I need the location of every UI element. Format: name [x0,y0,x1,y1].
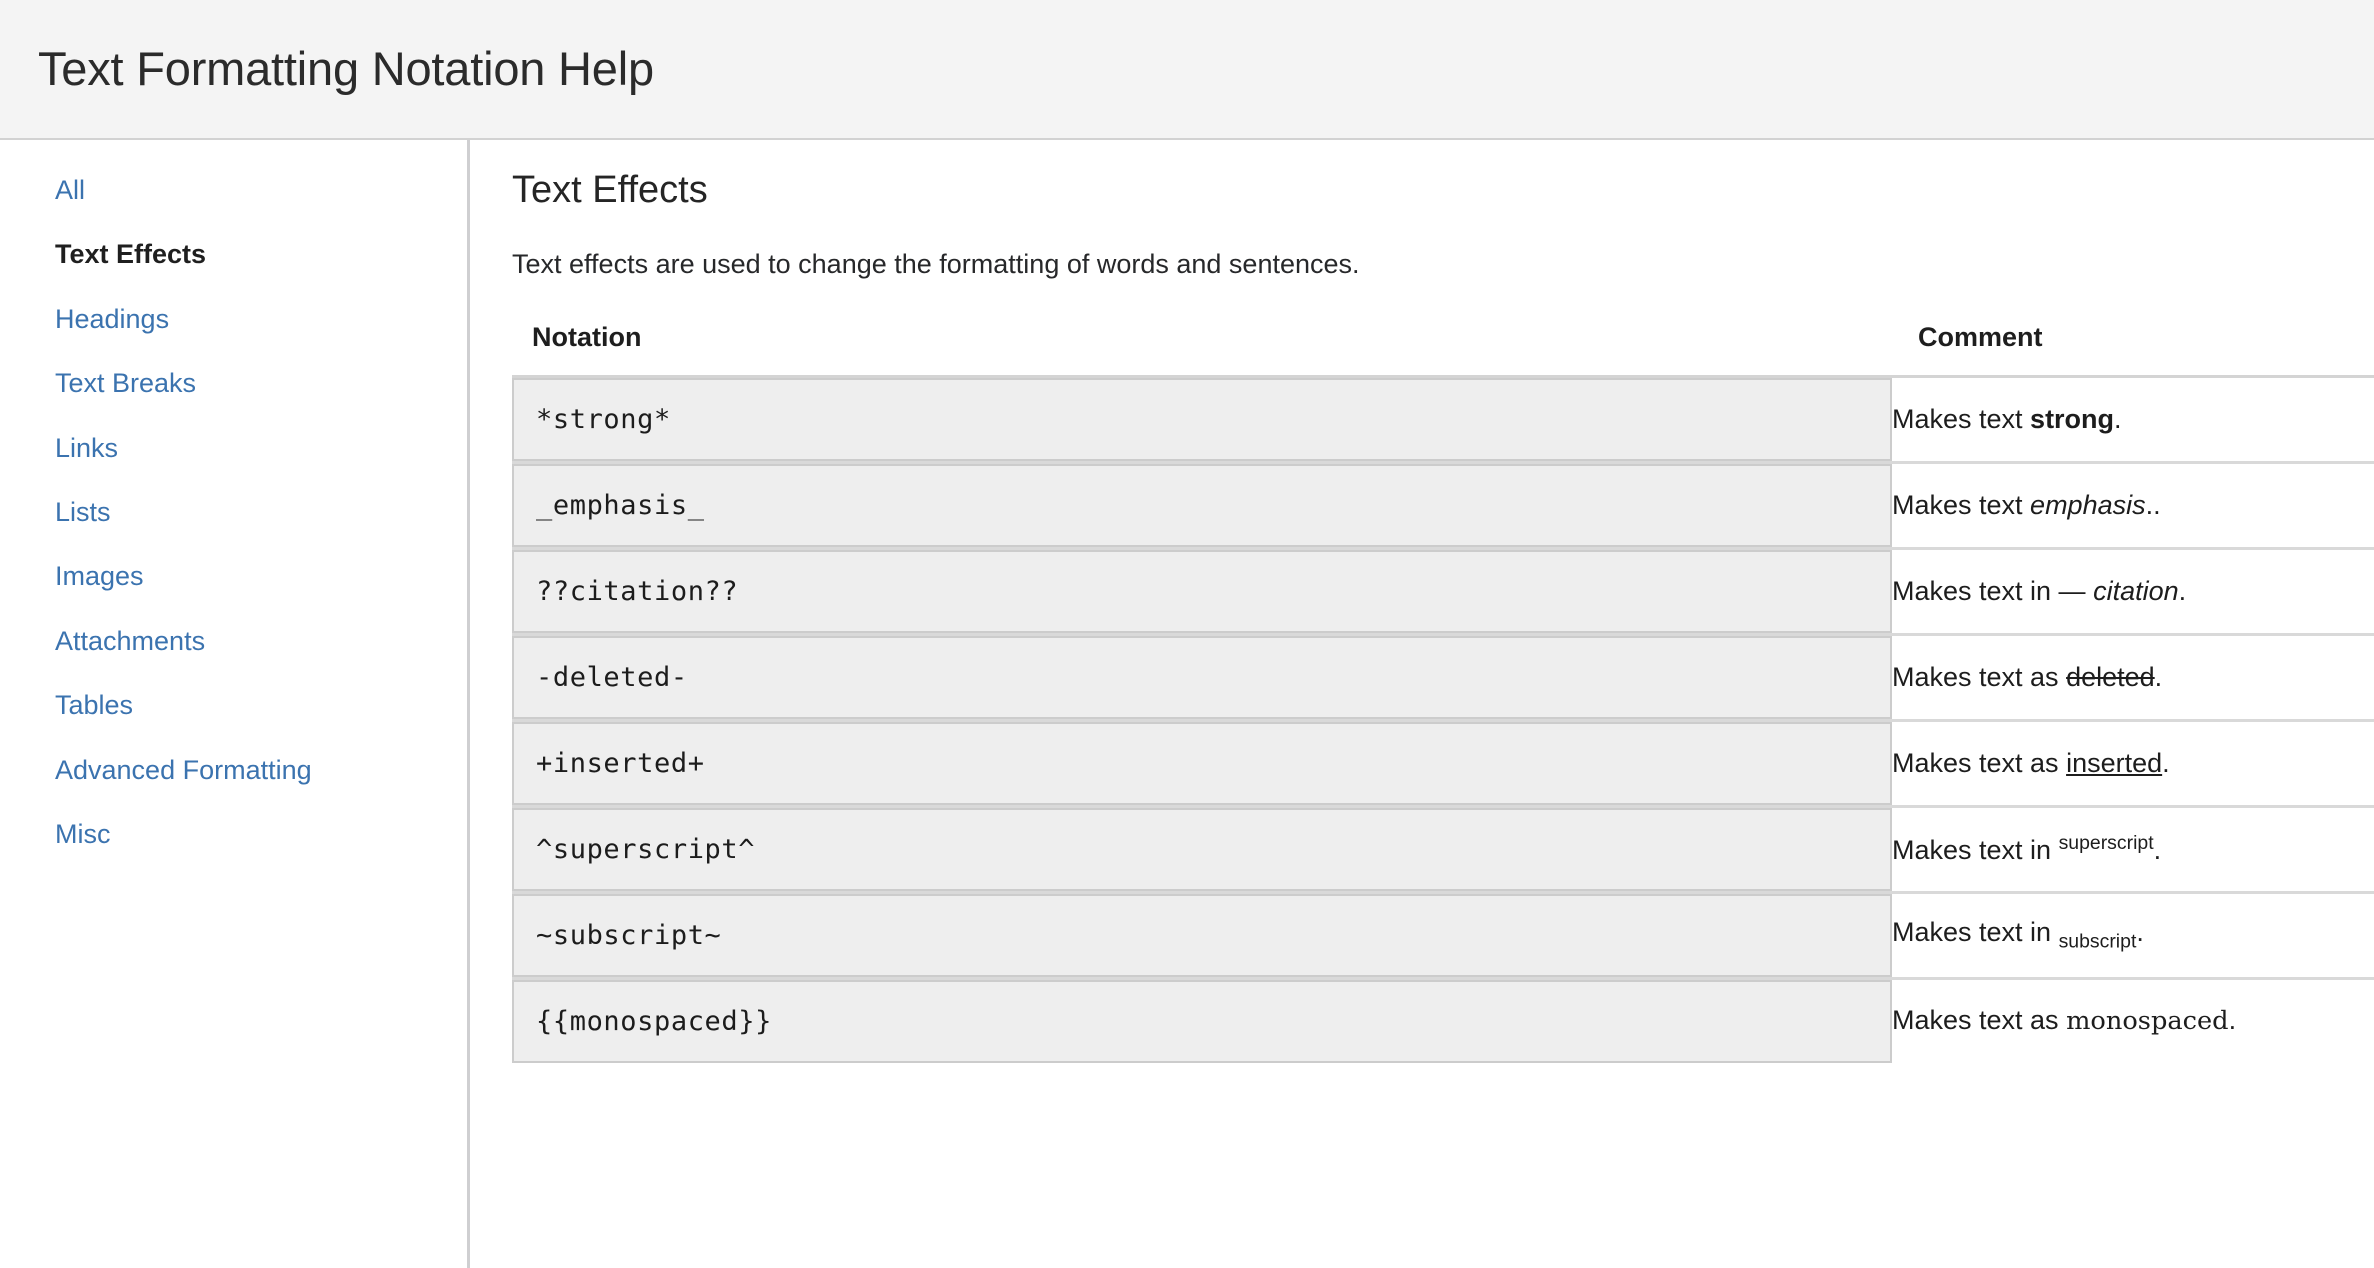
table-row: -deleted- Makes text as deleted. [512,634,2374,722]
sidebar-item-all[interactable]: All [0,174,467,206]
comment-text: Makes text as deleted. [1892,660,2374,695]
sidebar-navigation: All Text Effects Headings Text Breaks Links L… [0,140,470,1268]
column-header-comment: Comment [1892,321,2374,378]
notation-code-block[interactable]: {{monospaced}} [512,979,1892,1063]
comment-suffix: .. [2145,489,2161,520]
comment-text: Makes text in — citation. [1892,574,2374,609]
sidebar-item-tables[interactable]: Tables [0,689,467,721]
comment-cell: Makes text as inserted. [1892,720,2374,808]
sidebar-item-advanced-formatting[interactable]: Advanced Formatting [0,754,467,786]
sidebar-item-attachments[interactable]: Attachments [0,625,467,657]
content-area: All Text Effects Headings Text Breaks Links L… [0,140,2374,1268]
comment-sample-superscript: superscript [2058,831,2154,854]
comment-prefix: Makes text in [1892,834,2059,865]
main-content: Text Effects Text effects are used to ch… [470,140,2374,1268]
comment-prefix: Makes text in — [1892,575,2094,606]
comment-cell: Makes text as monospaced. [1892,978,2374,1063]
app-header: Text Formatting Notation Help [0,0,2374,140]
sidebar-item-text-effects: Text Effects [55,239,207,270]
comment-suffix: . [2154,661,2163,692]
comment-text: Makes text in subscript. [1892,915,2374,955]
sidebar-item-text-breaks[interactable]: Text Breaks [0,367,467,399]
notation-code-text: _emphasis_ [536,489,705,521]
sidebar-item-images[interactable]: Images [0,560,467,592]
table-body: *strong* Makes text strong. _emphasis_ Make… [512,376,2374,1063]
comment-sample-bold: strong [2030,403,2115,434]
comment-text: Makes text strong. [1892,402,2374,437]
table-row: ??citation?? Makes text in — citation. [512,548,2374,636]
notation-code-block[interactable]: -deleted- [512,635,1892,719]
comment-sample-subscript: subscript [2058,930,2137,953]
comment-suffix: . [2162,747,2170,778]
notation-cell: ^superscript^ [512,806,1892,894]
notation-code-text: ~subscript~ [536,919,722,951]
table-head: Notation Comment [512,321,2374,378]
comment-prefix: Makes text [1892,403,2031,434]
comment-cell: Makes text in subscript. [1892,892,2374,980]
comment-text: Makes text as inserted. [1892,746,2374,781]
section-description: Text effects are used to change the form… [512,248,1360,279]
sidebar-item-headings[interactable]: Headings [0,303,467,335]
comment-prefix: Makes text as [1892,747,2067,778]
comment-prefix: Makes text as [1892,661,2067,692]
comment-sample-monospace: monospaced [2066,1006,2229,1037]
table-row: +inserted+ Makes text as inserted. [512,720,2374,808]
notation-cell: _emphasis_ [512,462,1892,550]
notation-code-text: {{monospaced}} [536,1005,772,1037]
comment-sample-underline: inserted [2066,747,2163,778]
notation-cell: -deleted- [512,634,1892,722]
notation-code-block[interactable]: ??citation?? [512,549,1892,633]
notation-table: Notation Comment *strong* Makes text stro… [512,321,2374,1063]
comment-sample-italic: emphasis [2030,489,2146,520]
notation-cell: +inserted+ [512,720,1892,808]
notation-cell: ~subscript~ [512,892,1892,980]
section-title: Text Effects [512,169,708,211]
sidebar-item-lists[interactable]: Lists [0,496,467,528]
table-row: ^superscript^ Makes text in superscript. [512,806,2374,894]
comment-suffix: . [2114,403,2122,434]
comment-suffix: . [2228,1005,2237,1036]
notation-code-block[interactable]: _emphasis_ [512,463,1892,547]
comment-cell: Makes text emphasis.. [1892,462,2374,550]
comment-cell: Makes text as deleted. [1892,634,2374,722]
comment-sample-italic: citation [2093,575,2179,606]
sidebar-item-misc[interactable]: Misc [0,818,467,850]
notation-code-block[interactable]: ~subscript~ [512,893,1892,977]
table-row: *strong* Makes text strong. [512,376,2374,464]
comment-text: Makes text emphasis.. [1892,488,2374,523]
comment-cell: Makes text strong. [1892,376,2374,464]
comment-cell: Makes text in — citation. [1892,548,2374,636]
comment-cell: Makes text in superscript. [1892,806,2374,894]
notation-code-block[interactable]: +inserted+ [512,721,1892,805]
comment-suffix: . [2153,834,2162,865]
table-row: {{monospaced}} Makes text as monospaced. [512,978,2374,1063]
notation-cell: {{monospaced}} [512,978,1892,1063]
notation-code-text: +inserted+ [536,747,705,779]
comment-suffix: . [2136,917,2144,948]
notation-code-text: *strong* [536,403,671,435]
comment-suffix: . [2178,575,2187,606]
notation-cell: ??citation?? [512,548,1892,636]
table-row: _emphasis_ Makes text emphasis.. [512,462,2374,550]
comment-prefix: Makes text as [1892,1005,2067,1036]
sidebar-item-links[interactable]: Links [0,432,467,464]
table-header-row: Notation Comment [512,321,2374,378]
page-title: Text Formatting Notation Help [38,42,654,96]
notation-code-block[interactable]: *strong* [512,377,1892,461]
notation-code-text: ^superscript^ [536,833,756,865]
comment-text: Makes text in superscript. [1892,831,2374,868]
comment-text: Makes text as monospaced. [1892,1003,2374,1038]
notation-cell: *strong* [512,376,1892,464]
comment-prefix: Makes text in [1892,917,2059,948]
table-row: ~subscript~ Makes text in subscript. [512,892,2374,980]
comment-prefix: Makes text [1892,489,2031,520]
notation-code-text: -deleted- [536,661,688,693]
notation-code-block[interactable]: ^superscript^ [512,807,1892,891]
comment-sample-strikethrough: deleted [2066,661,2155,692]
column-header-notation: Notation [512,321,1892,378]
notation-code-text: ??citation?? [536,575,739,607]
